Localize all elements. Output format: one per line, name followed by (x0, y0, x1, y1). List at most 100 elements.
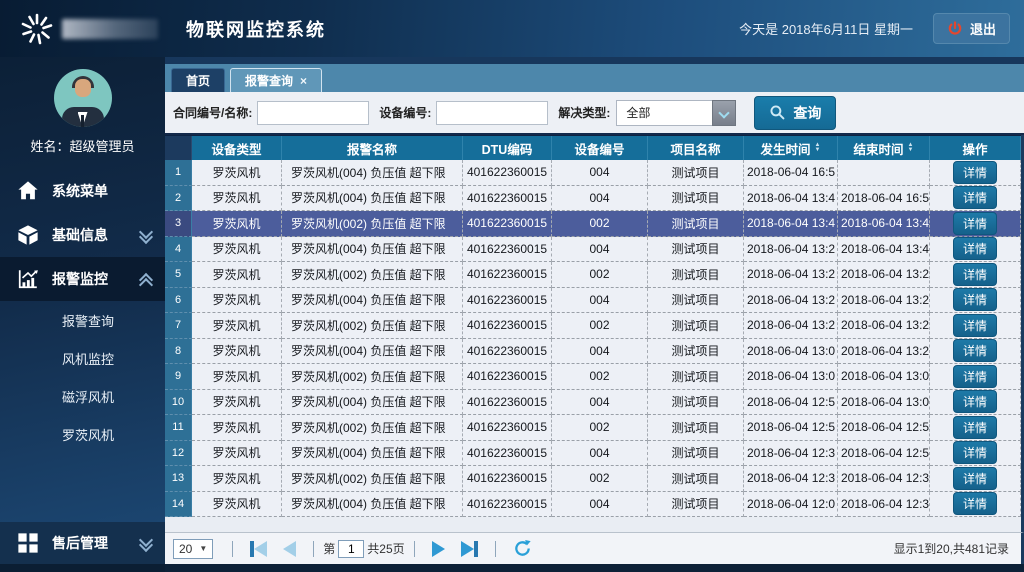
sidebar-subitem[interactable]: 风机监控 (0, 339, 165, 377)
sidebar-subitem[interactable]: 罗茨风机 (0, 415, 165, 453)
header-dtu-code: DTU编码 (463, 136, 552, 160)
page-size-value: 20 (179, 542, 192, 556)
cell-num: 9 (165, 364, 192, 390)
page-suffix: 共25页 (367, 540, 404, 557)
logout-button[interactable]: 退出 (933, 13, 1010, 44)
device-number-input[interactable] (436, 101, 548, 125)
cell-project: 测试项目 (648, 160, 744, 186)
sidebar-item-basic-info[interactable]: 基础信息 (0, 213, 165, 257)
contract-input[interactable] (257, 101, 369, 125)
cell-project: 测试项目 (648, 237, 744, 263)
cell-action: 详情 (930, 466, 1021, 492)
tab-label: 首页 (186, 72, 210, 89)
detail-button[interactable]: 详情 (953, 467, 997, 490)
sidebar-item-aftersales[interactable]: 售后管理 (0, 522, 165, 564)
sidebar-subitem[interactable]: 报警查询 (0, 301, 165, 339)
table-row[interactable]: 11罗茨风机罗茨风机(002) 负压值 超下限401622360015002测试… (165, 415, 1021, 441)
tab-alarm-query[interactable]: 报警查询 × (230, 68, 322, 92)
contract-label: 合同编号/名称: (173, 104, 252, 121)
cell-num: 8 (165, 339, 192, 365)
table-row[interactable]: 14罗茨风机罗茨风机(004) 负压值 超下限401622360015004测试… (165, 492, 1021, 518)
detail-button[interactable]: 详情 (953, 263, 997, 286)
user-name-label: 姓名：超级管理员 (0, 136, 165, 155)
cell-dtu: 401622360015 (463, 211, 552, 237)
detail-button[interactable]: 详情 (953, 212, 997, 235)
header-end-time-sortable[interactable]: 结束时间 (838, 136, 930, 160)
cell-action: 详情 (930, 364, 1021, 390)
cell-alarm: 罗茨风机(004) 负压值 超下限 (282, 339, 463, 365)
sidebar-subitem[interactable]: 磁浮风机 (0, 377, 165, 415)
sidebar-item-system-menu[interactable]: 系统菜单 (0, 169, 165, 213)
detail-button[interactable]: 详情 (953, 365, 997, 388)
starburst-logo-icon (20, 12, 54, 46)
table-row[interactable]: 9罗茨风机罗茨风机(002) 负压值 超下限401622360015002测试项… (165, 364, 1021, 390)
table-row[interactable]: 12罗茨风机罗茨风机(004) 负压值 超下限401622360015004测试… (165, 441, 1021, 467)
sidebar-item-alarm-monitor[interactable]: 报警监控 (0, 257, 165, 301)
cell-end: 2018-06-04 13:0 (838, 364, 930, 390)
detail-button[interactable]: 详情 (953, 492, 997, 515)
detail-button[interactable]: 详情 (953, 186, 997, 209)
table-row[interactable]: 6罗茨风机罗茨风机(004) 负压值 超下限401622360015004测试项… (165, 288, 1021, 314)
refresh-button[interactable] (513, 539, 532, 558)
divider (414, 541, 415, 557)
next-page-button[interactable] (432, 541, 445, 557)
cell-device: 002 (552, 415, 648, 441)
home-icon (17, 180, 39, 202)
table-row[interactable]: 7罗茨风机罗茨风机(002) 负压值 超下限401622360015002测试项… (165, 313, 1021, 339)
cell-action: 详情 (930, 160, 1021, 186)
sidebar: 姓名：超级管理员 系统菜单 基础信息 (0, 57, 165, 572)
cube-icon (17, 224, 39, 246)
table-row[interactable]: 5罗茨风机罗茨风机(002) 负压值 超下限401622360015002测试项… (165, 262, 1021, 288)
table-row[interactable]: 1罗茨风机罗茨风机(004) 负压值 超下限401622360015004测试项… (165, 160, 1021, 186)
table-row[interactable]: 3罗茨风机罗茨风机(002) 负压值 超下限401622360015002测试项… (165, 211, 1021, 237)
detail-button[interactable]: 详情 (953, 441, 997, 464)
table-row[interactable]: 13罗茨风机罗茨风机(002) 负压值 超下限401622360015002测试… (165, 466, 1021, 492)
cell-device: 004 (552, 288, 648, 314)
cell-dtu: 401622360015 (463, 160, 552, 186)
table-row[interactable]: 4罗茨风机罗茨风机(004) 负压值 超下限401622360015004测试项… (165, 237, 1021, 263)
detail-button[interactable]: 详情 (953, 161, 997, 184)
last-page-icon (474, 541, 478, 557)
detail-button[interactable]: 详情 (953, 288, 997, 311)
select-dropdown-button[interactable] (712, 100, 736, 126)
detail-button[interactable]: 详情 (953, 314, 997, 337)
cell-num: 4 (165, 237, 192, 263)
record-summary: 显示1到20,共481记录 (894, 540, 1013, 557)
detail-button[interactable]: 详情 (953, 237, 997, 260)
bottom-border-strip (165, 564, 1024, 572)
user-box: 姓名：超级管理员 (0, 57, 165, 155)
detail-button[interactable]: 详情 (953, 339, 997, 362)
close-icon[interactable]: × (300, 74, 307, 88)
cell-project: 测试项目 (648, 364, 744, 390)
prev-page-button[interactable] (283, 541, 296, 557)
tab-home[interactable]: 首页 (171, 68, 225, 92)
cell-num: 1 (165, 160, 192, 186)
table-row[interactable]: 10罗茨风机罗茨风机(004) 负压值 超下限401622360015004测试… (165, 390, 1021, 416)
table-row[interactable]: 2罗茨风机罗茨风机(004) 负压值 超下限401622360015004测试项… (165, 186, 1021, 212)
header-label: 结束时间 (854, 139, 904, 158)
cell-dtu: 401622360015 (463, 288, 552, 314)
query-button[interactable]: 查询 (754, 96, 836, 130)
alarm-submenu: 报警查询风机监控磁浮风机罗茨风机 (0, 301, 165, 453)
last-page-icon (461, 541, 474, 557)
last-page-button[interactable] (461, 541, 478, 557)
cell-alarm: 罗茨风机(002) 负压值 超下限 (282, 364, 463, 390)
cell-device: 002 (552, 364, 648, 390)
cell-project: 测试项目 (648, 415, 744, 441)
solve-type-select[interactable]: 全部 (616, 100, 736, 126)
page-size-select[interactable]: 20 (173, 539, 213, 559)
detail-button[interactable]: 详情 (953, 416, 997, 439)
sort-icon[interactable] (815, 143, 821, 153)
menu-label: 报警监控 (52, 269, 108, 289)
page-title: 物联网监控系统 (186, 16, 326, 42)
sort-icon[interactable] (908, 143, 914, 153)
first-page-button[interactable] (250, 541, 267, 557)
cell-alarm: 罗茨风机(004) 负压值 超下限 (282, 390, 463, 416)
table-row[interactable]: 8罗茨风机罗茨风机(004) 负压值 超下限401622360015004测试项… (165, 339, 1021, 365)
detail-button[interactable]: 详情 (953, 390, 997, 413)
cell-start: 2018-06-04 13:4 (744, 211, 838, 237)
search-icon (769, 104, 786, 121)
page-number-input[interactable] (338, 540, 364, 558)
header-start-time-sortable[interactable]: 发生时间 (744, 136, 838, 160)
prev-page-icon (283, 541, 296, 557)
